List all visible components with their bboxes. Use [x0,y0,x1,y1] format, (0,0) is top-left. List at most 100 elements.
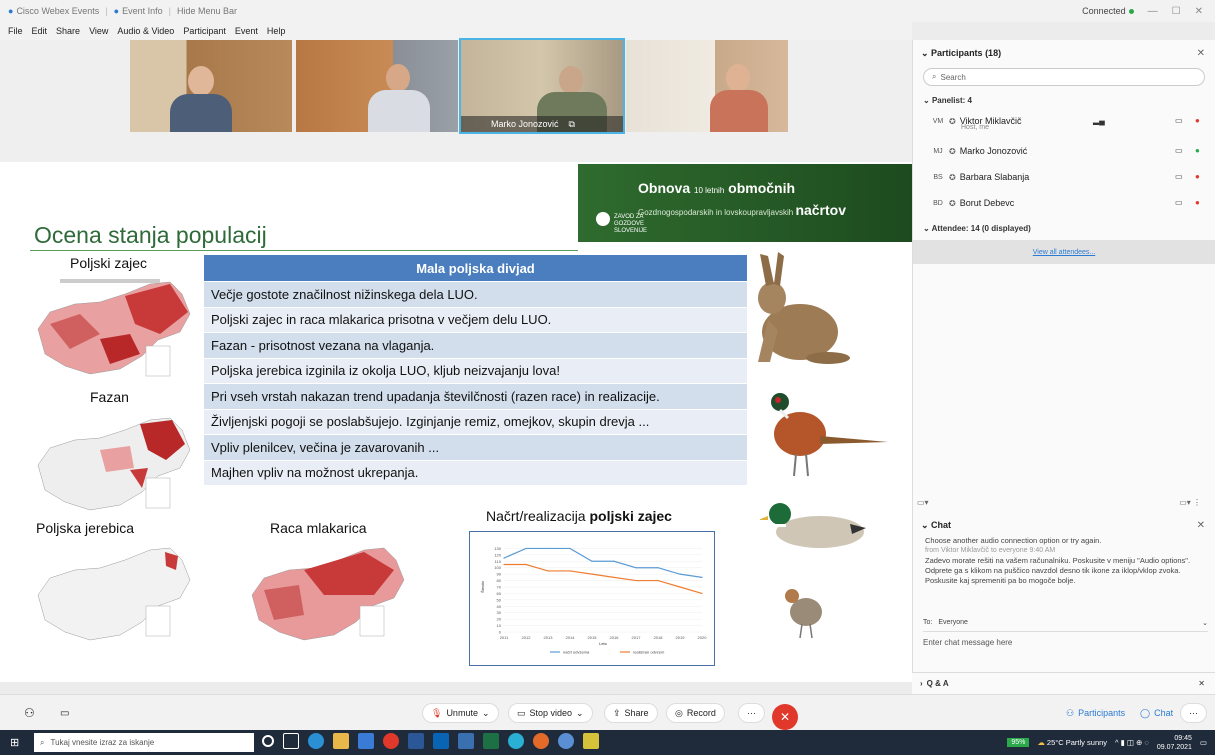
signal-icon: ▂▄ [1093,116,1105,125]
line-chart: 0 1020 3040 506070 8090 100110 120130 2011 2012 2… [480,546,707,655]
video-tile[interactable] [296,40,458,132]
event-info-button[interactable]: ● Event Info [114,6,163,16]
maximize-button[interactable]: ☐ [1172,6,1181,17]
table-row: Večje gostote značilnost nižinskega dela… [204,281,747,307]
chart-frame: 0 10 20 30 40 50 60 70 80 90 100 110 120 130 2011 2012 2… [469,531,715,666]
participant-row[interactable]: BD ✪ Borut Debevc ▭ ● [923,192,1205,214]
close-qa-icon[interactable]: ✕ [1198,679,1205,688]
meeting-toolbar: ⚇ ▭ 🎙 Unmute ⌄ ▭ Stop video ⌄ ⇪ Share ◎ Record… [0,694,1215,730]
more-panels-button[interactable]: ··· [1180,703,1207,723]
chat-recipient-select[interactable]: To: Everyone ⌄ [923,614,1208,632]
close-participants-icon[interactable]: ✕ [1197,48,1205,59]
menu-share[interactable]: Share [56,26,80,36]
mic-on-icon: ● [1195,146,1200,155]
menu-event[interactable]: Event [235,26,258,36]
panel-options-icon[interactable]: ▭▾ [917,498,929,507]
banner-logo-text: ZAVOD ZA GOZDOVE SLOVENIJE [614,214,648,234]
close-window-button[interactable]: ✕ [1195,6,1203,17]
cortana-icon[interactable] [262,735,274,747]
video-tile[interactable] [626,40,788,132]
menu-view[interactable]: View [89,26,108,36]
zgs-logo-icon [596,212,610,226]
participant-row[interactable]: MJ ✪ Marko Jonozović ▭ ● [923,140,1205,162]
video-icon: ▭ [1175,146,1183,155]
y-tick-label: 40 [497,604,502,609]
x-tick-label: 2012 [522,635,532,640]
file-explorer-icon[interactable] [333,733,349,749]
more-options-button[interactable]: ··· [738,703,765,723]
table-row: Poljska jerebica izginila iz okolja LUO,… [204,357,747,383]
shared-slide: Obnova 10 letnih območnih Gozdnogospodar… [0,162,912,682]
video-tile[interactable] [130,40,292,132]
firefox-icon[interactable] [533,733,549,749]
connected-dot-icon [1128,9,1134,14]
chevron-down-icon: ⌄ [1202,619,1208,627]
participants-header[interactable]: ⌄ Participants (18) [921,48,1001,59]
chat-messages: Choose another audio connection option o… [925,536,1200,586]
menu-help[interactable]: Help [267,26,286,36]
weather-widget[interactable]: ☁ 25°C Partly sunny [1037,738,1107,747]
minimize-button[interactable]: — [1148,6,1158,17]
video-name-bar: Marko Jonozović ⧉ [461,116,623,132]
participants-toggle-button[interactable]: ⚇ Participants [1058,703,1133,723]
data-point [547,547,549,550]
battery-indicator[interactable]: 95% [1007,738,1030,747]
data-point [613,576,615,578]
hide-menu-bar-button[interactable]: Hide Menu Bar [177,6,237,16]
store-icon[interactable] [358,733,374,749]
app-icon[interactable] [458,733,474,749]
webex-icon[interactable] [508,733,524,749]
app-title: ● Cisco Webex Events [8,6,100,16]
unmute-button[interactable]: 🎙 Unmute ⌄ [422,703,499,723]
search-app-icon[interactable] [558,733,574,749]
menu-edit[interactable]: Edit [32,26,48,36]
close-chat-icon[interactable]: ✕ [1197,520,1205,531]
task-view-icon[interactable] [283,733,299,749]
chat-toggle-button[interactable]: ◯ Chat [1132,703,1181,723]
chrome-icon[interactable] [383,733,399,749]
y-tick-label: 0 [499,630,502,635]
menu-audio-video[interactable]: Audio & Video [117,26,174,36]
notifications-icon[interactable]: ▭ [1200,738,1207,747]
captions-icon[interactable]: ▭ [52,703,77,723]
y-tick-label: 10 [497,623,502,628]
qa-header[interactable]: › Q & A ✕ [912,672,1215,694]
banner-line1: Obnova 10 letnih območnih [638,180,796,196]
participant-row[interactable]: BS ✪ Barbara Slabanja ▭ ● [923,166,1205,188]
video-icon: ▭ [1175,198,1183,207]
record-button[interactable]: ◎ Record [666,703,725,723]
chat-header[interactable]: ⌄ Chat [921,520,951,531]
excel-icon[interactable] [483,733,499,749]
view-all-attendees-link[interactable]: View all attendees... [913,240,1215,264]
y-tick-label: 50 [497,597,502,602]
participant-row[interactable]: VM ✪ Viktor Miklavčič Host, me ▂▄ ▭ ● [923,110,1205,132]
data-point [635,567,637,569]
panelist-icon: ✪ [949,198,956,208]
windows-start-icon[interactable]: ⊞ [10,736,19,749]
map-pheasant [37,417,191,511]
edge-icon[interactable] [308,733,324,749]
menu-file[interactable]: File [8,26,23,36]
clock[interactable]: 09:45 09.07.2021 [1157,734,1192,752]
participant-search-input[interactable]: ⌕ Search [923,68,1205,86]
people-view-icon[interactable]: ⚇ [16,703,43,723]
menu-participant[interactable]: Participant [183,26,226,36]
data-point [591,560,593,562]
chat-icon: ◯ [1140,707,1151,718]
panelist-group[interactable]: ⌄ Panelist: 4 [923,96,972,105]
word-icon[interactable] [408,733,424,749]
windows-taskbar: ⊞ ⌕ Tukaj vnesite izraz za iskanje 95% ☁ … [0,730,1215,755]
legend-label: realiziran odvzem [633,650,665,655]
taskbar-search-input[interactable]: ⌕ Tukaj vnesite izraz za iskanje [34,733,254,752]
share-button[interactable]: ⇪ Share [604,703,658,723]
end-meeting-button[interactable]: ✕ [772,704,798,730]
stop-video-button[interactable]: ▭ Stop video ⌄ [508,703,593,723]
attendee-group[interactable]: ⌄ Attendee: 14 (0 displayed) [923,224,1031,233]
video-tile-active[interactable]: Marko Jonozović ⧉ [459,38,625,134]
tray-icons[interactable]: ^ ▮ ◫ ⊕ ◌ [1115,738,1149,747]
chat-message-input[interactable]: Enter chat message here [923,638,1208,656]
host-icon: ✪ [949,116,956,126]
photos-icon[interactable] [583,733,599,749]
outlook-icon[interactable] [433,733,449,749]
panel-layout-icon[interactable]: ▭▾ ⋮ [1179,498,1201,507]
